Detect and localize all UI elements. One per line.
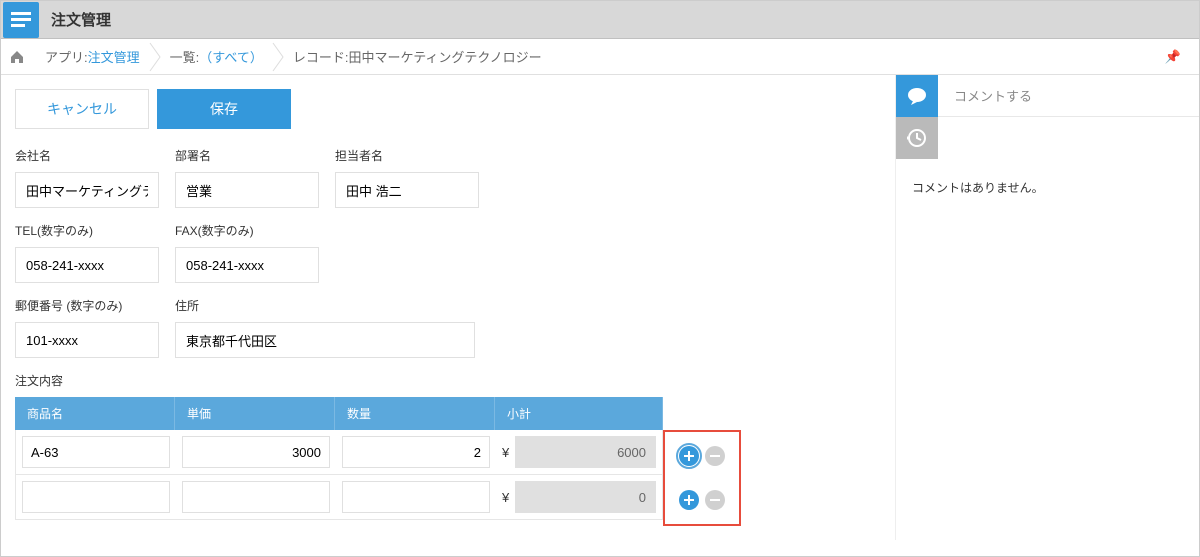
th-subtotal: 小計: [495, 397, 663, 430]
cancel-button[interactable]: キャンセル: [15, 89, 149, 129]
plus-icon: [684, 495, 694, 505]
save-button[interactable]: 保存: [157, 89, 291, 129]
postal-label: 郵便番号 (数字のみ): [15, 297, 159, 314]
breadcrumb-record: レコード: 田中マーケティングテクノロジー: [285, 43, 560, 71]
row-actions-highlight: [663, 430, 741, 526]
row-qty-input[interactable]: [342, 436, 490, 468]
row-subtotal: 6000: [515, 436, 656, 468]
row-name-input[interactable]: [22, 481, 170, 513]
breadcrumb-bar: アプリ: 注文管理 一覧: （すべて） レコード: 田中マーケティングテクノロジ…: [1, 39, 1199, 75]
postal-input[interactable]: [15, 322, 159, 358]
row-qty-input[interactable]: [342, 481, 490, 513]
breadcrumb-list[interactable]: 一覧: （すべて）: [162, 43, 281, 71]
order-section-label: 注文内容: [15, 372, 881, 389]
home-icon[interactable]: [9, 49, 25, 65]
contact-input[interactable]: [335, 172, 479, 208]
app-icon: [3, 2, 39, 38]
department-input[interactable]: [175, 172, 319, 208]
no-comment-text: コメントはありません。: [896, 159, 1199, 216]
breadcrumb-app[interactable]: アプリ: 注文管理: [37, 43, 158, 71]
minus-icon: [710, 451, 720, 461]
row-price-input[interactable]: [182, 481, 330, 513]
table-header: 商品名 単価 数量 小計: [15, 397, 663, 430]
comment-icon: [907, 87, 927, 105]
address-input[interactable]: [175, 322, 475, 358]
fax-label: FAX(数字のみ): [175, 222, 319, 239]
form-area: キャンセル 保存 会社名 部署名 担当者名 TEL(数字のみ) F: [1, 75, 895, 540]
currency-symbol: ¥: [502, 490, 509, 505]
list-icon: [11, 12, 31, 28]
plus-icon: [684, 451, 694, 461]
comment-panel: コメントする コメントはありません。: [895, 75, 1199, 540]
row-actions: [669, 434, 735, 478]
remove-row-button[interactable]: [705, 446, 725, 466]
history-icon-box: [896, 117, 938, 159]
app-title: 注文管理: [51, 9, 111, 30]
row-actions: [669, 478, 735, 522]
contact-label: 担当者名: [335, 147, 479, 164]
add-row-button[interactable]: [679, 446, 699, 466]
row-name-input[interactable]: [22, 436, 170, 468]
comment-header[interactable]: コメントする: [896, 75, 1199, 117]
comment-placeholder: コメントする: [938, 86, 1199, 105]
tel-label: TEL(数字のみ): [15, 222, 159, 239]
company-label: 会社名: [15, 147, 159, 164]
order-table: 商品名 単価 数量 小計: [15, 397, 663, 430]
minus-icon: [710, 495, 720, 505]
company-input[interactable]: [15, 172, 159, 208]
comment-icon-box: [896, 75, 938, 117]
th-price: 単価: [175, 397, 335, 430]
history-icon: [907, 128, 927, 148]
table-row: ¥ 0: [15, 475, 663, 520]
department-label: 部署名: [175, 147, 319, 164]
row-price-input[interactable]: [182, 436, 330, 468]
address-label: 住所: [175, 297, 475, 314]
remove-row-button[interactable]: [705, 490, 725, 510]
tel-input[interactable]: [15, 247, 159, 283]
table-row: ¥ 6000: [15, 430, 663, 475]
add-row-button[interactable]: [679, 490, 699, 510]
th-name: 商品名: [15, 397, 175, 430]
app-header: 注文管理: [1, 1, 1199, 39]
history-row[interactable]: [896, 117, 1199, 159]
row-subtotal: 0: [515, 481, 656, 513]
pin-icon[interactable]: 📌: [1165, 49, 1181, 65]
fax-input[interactable]: [175, 247, 319, 283]
th-qty: 数量: [335, 397, 495, 430]
currency-symbol: ¥: [502, 445, 509, 460]
